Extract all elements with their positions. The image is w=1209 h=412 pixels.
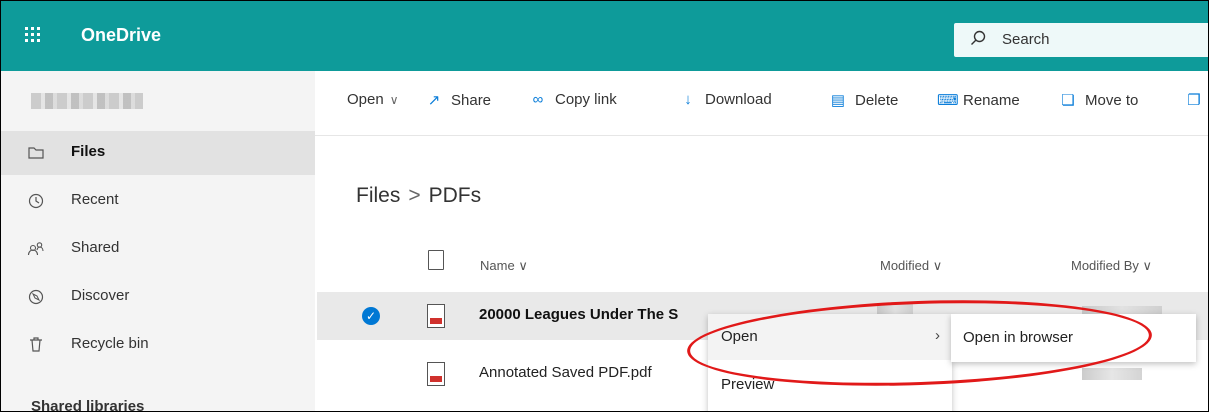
search-icon	[971, 30, 986, 45]
top-bar: OneDrive Search	[1, 1, 1208, 71]
sidebar-item-label: Files	[71, 143, 106, 160]
sidebar-item-shared[interactable]: Shared	[1, 227, 315, 271]
trash-icon: ▤	[830, 92, 846, 109]
move-to-label: Move to	[1085, 92, 1139, 109]
open-button[interactable]: Open ∨	[347, 91, 399, 115]
sidebar-item-recent[interactable]: Recent	[1, 179, 315, 223]
open-label: Open	[347, 91, 384, 108]
chevron-down-icon: ∨	[932, 258, 943, 273]
checkmark-icon[interactable]: ✓	[362, 307, 380, 325]
download-label: Download	[705, 91, 772, 108]
chevron-down-icon: ∨	[1142, 258, 1153, 273]
copy-link-button[interactable]: ∞ Copy link	[529, 91, 617, 115]
sidebar-item-recycle-bin[interactable]: Recycle bin	[1, 323, 315, 367]
breadcrumb-root[interactable]: Files	[356, 184, 400, 207]
delete-label: Delete	[855, 92, 899, 109]
user-name-blurred	[31, 93, 143, 109]
column-header-modified-by[interactable]: Modified By ∨	[1071, 258, 1152, 274]
breadcrumb-separator: >	[408, 184, 421, 207]
search-box[interactable]: Search	[954, 23, 1208, 57]
chevron-down-icon: ∨	[518, 258, 528, 273]
column-modified-label: Modified	[880, 258, 930, 273]
copy-to-button-partial[interactable]: ❐	[1185, 91, 1208, 115]
column-header-modified[interactable]: Modified ∨	[880, 258, 942, 274]
command-bar: Open ∨ ↗ Share ∞ Copy link ↓ Download ▤ Delet…	[315, 71, 1208, 136]
compass-icon	[28, 289, 44, 305]
file-type-icon[interactable]	[428, 250, 444, 270]
sidebar-item-label: Recycle bin	[71, 335, 149, 352]
sidebar-item-label: Recent	[71, 191, 119, 208]
download-icon: ↓	[684, 91, 692, 108]
chevron-down-icon: ∨	[389, 93, 399, 107]
app-launcher-icon[interactable]	[21, 23, 45, 47]
share-label: Share	[451, 92, 492, 109]
app-title[interactable]: OneDrive	[81, 23, 161, 47]
clock-icon	[28, 193, 44, 209]
search-label: Search	[1002, 31, 1050, 48]
share-icon: ↗	[427, 92, 441, 109]
delete-button[interactable]: ▤ Delete	[829, 91, 898, 115]
sidebar: Files Recent Shared Discover Recycle bin…	[1, 71, 315, 412]
shared-libraries-heading: Shared libraries	[31, 398, 145, 412]
sidebar-item-files[interactable]: Files	[1, 131, 315, 175]
share-button[interactable]: ↗ Share	[425, 91, 491, 115]
move-to-icon: ❏	[1061, 92, 1075, 109]
breadcrumb-current: PDFs	[428, 184, 482, 207]
folder-icon	[28, 147, 44, 159]
onedrive-window: OneDrive Search Files Recent Shared Disc…	[0, 0, 1209, 412]
rename-icon: ⌨	[937, 92, 959, 109]
file-name[interactable]: 20000 Leagues Under The S	[479, 306, 678, 323]
copy-icon: ❐	[1187, 92, 1201, 109]
pdf-file-icon	[427, 362, 445, 386]
rename-button[interactable]: ⌨ Rename	[937, 91, 1020, 115]
file-name[interactable]: Annotated Saved PDF.pdf	[479, 364, 652, 381]
link-icon: ∞	[532, 91, 544, 108]
people-icon	[27, 242, 44, 256]
sidebar-item-discover[interactable]: Discover	[1, 275, 315, 319]
rename-label: Rename	[963, 92, 1020, 109]
copy-link-label: Copy link	[555, 91, 617, 108]
column-modified-by-label: Modified By	[1071, 258, 1139, 273]
trash-icon	[30, 337, 42, 352]
breadcrumb: Files > PDFs	[356, 184, 481, 208]
column-name-label: Name	[480, 258, 515, 273]
sidebar-item-label: Discover	[71, 287, 130, 304]
sidebar-item-label: Shared	[71, 239, 120, 256]
download-button[interactable]: ↓ Download	[679, 91, 772, 115]
move-to-button[interactable]: ❏ Move to	[1059, 91, 1138, 115]
pdf-file-icon	[427, 304, 445, 328]
modified-by-blurred	[1082, 368, 1142, 380]
column-header-name[interactable]: Name ∨	[480, 258, 528, 274]
